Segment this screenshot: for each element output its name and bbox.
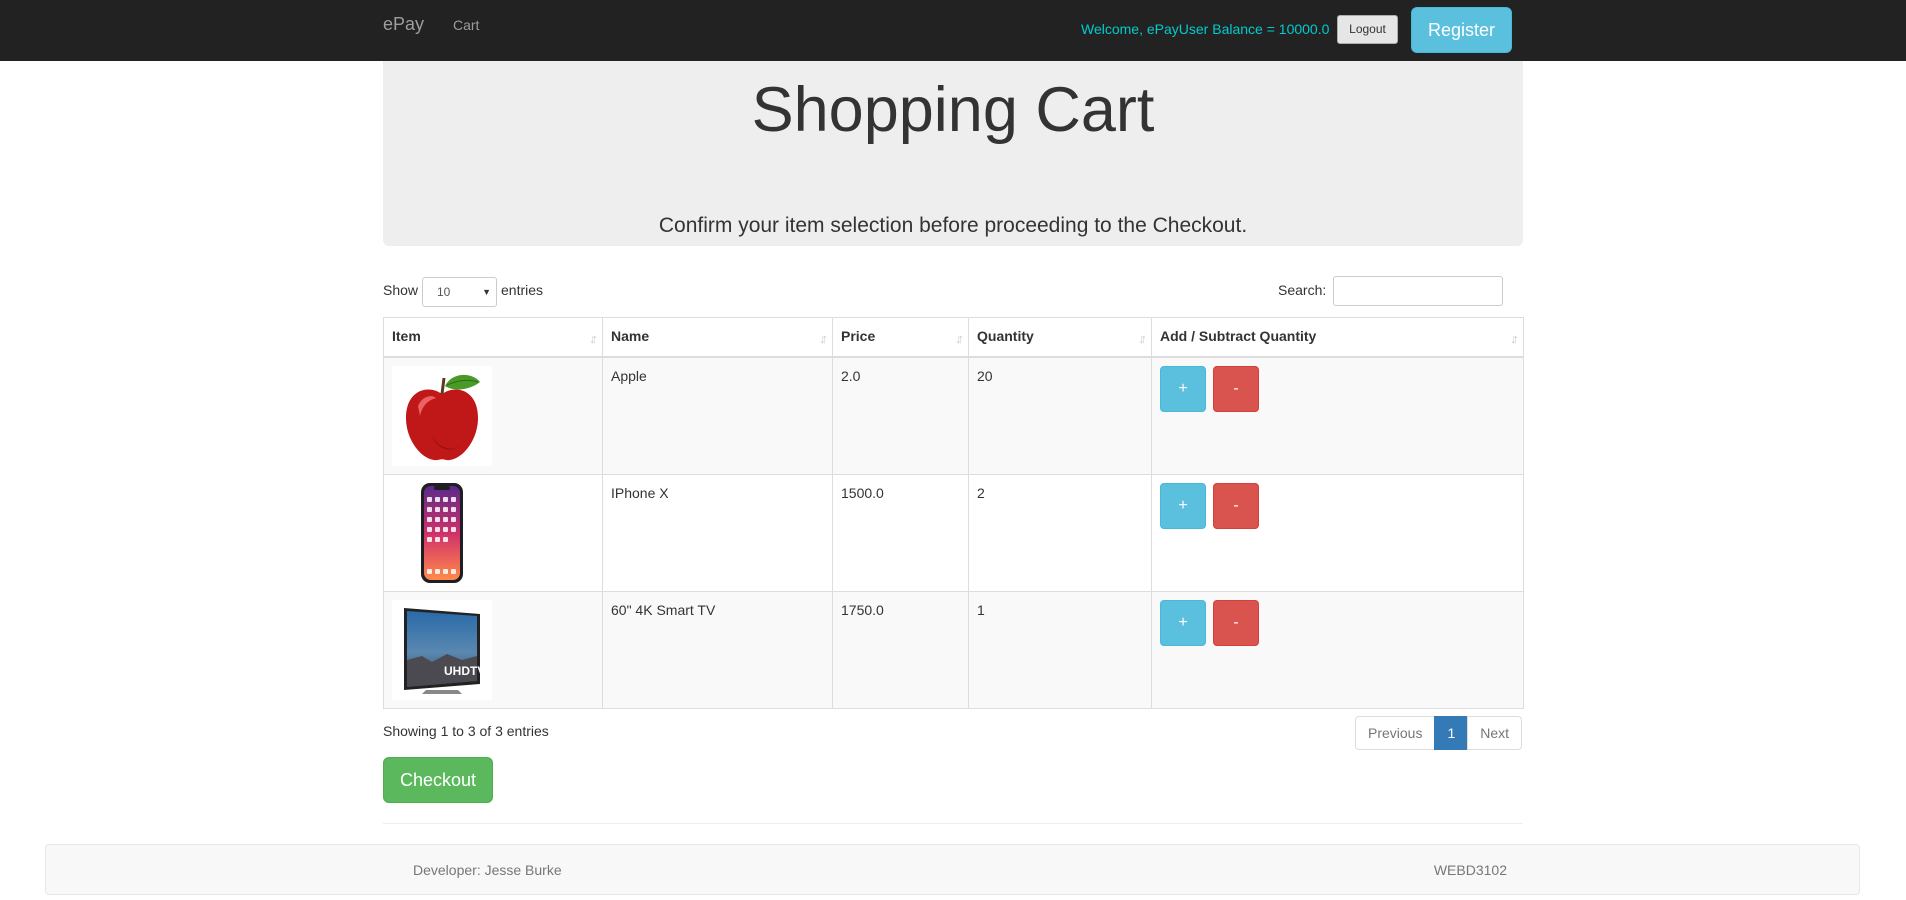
entries-select[interactable]: 10 ▼ xyxy=(422,277,497,307)
page-subtitle: Confirm your item selection before proce… xyxy=(658,214,1248,237)
column-header-name[interactable]: Name ↓↑ xyxy=(602,317,833,358)
item-cell xyxy=(383,473,603,592)
tv-image: UHDTV xyxy=(392,599,492,700)
apple-image xyxy=(392,365,492,466)
pagination-previous[interactable]: Previous xyxy=(1355,716,1436,750)
add-quantity-button[interactable]: + xyxy=(1160,365,1206,412)
price-cell: 1750.0 xyxy=(832,590,969,709)
column-header-price[interactable]: Price ↓↑ xyxy=(832,317,969,358)
welcome-balance-text: Welcome, ePayUser Balance = 10000.0 xyxy=(1081,21,1330,37)
footer: Developer: Jesse Burke WEBD3102 xyxy=(45,844,1860,895)
sort-icon: ↓↑ xyxy=(955,331,964,346)
svg-text:UHDTV: UHDTV xyxy=(444,664,485,678)
subtract-quantity-button[interactable]: - xyxy=(1213,365,1259,412)
pagination-next[interactable]: Next xyxy=(1467,716,1523,750)
quantity-cell: 1 xyxy=(968,590,1152,709)
add-quantity-button[interactable]: + xyxy=(1160,599,1206,646)
brand-link[interactable]: ePay xyxy=(383,13,424,35)
name-cell: IPhone X xyxy=(602,473,833,592)
show-label: Show xyxy=(383,282,419,298)
logout-button[interactable]: Logout xyxy=(1337,15,1398,44)
entries-select-value: 10 xyxy=(437,285,451,299)
subtract-quantity-button[interactable]: - xyxy=(1213,482,1259,529)
column-header-add-subtract[interactable]: Add / Subtract Quantity ↓↑ xyxy=(1151,317,1524,358)
sort-icon: ↓↑ xyxy=(1138,331,1147,346)
chevron-down-icon: ▼ xyxy=(482,287,491,297)
actions-cell: + - xyxy=(1151,356,1524,475)
navbar: ePay Cart Welcome, ePayUser Balance = 10… xyxy=(0,0,1906,61)
cart-table: Item ↓↑ Name ↓↑ Price ↓↑ Quantity ↓↑ Add / S… xyxy=(383,317,1524,709)
pagination: Previous 1 Next xyxy=(1355,716,1523,750)
register-button[interactable]: Register xyxy=(1411,7,1512,53)
column-header-item[interactable]: Item ↓↑ xyxy=(383,317,603,358)
price-cell: 2.0 xyxy=(832,356,969,475)
footer-developer: Developer: Jesse Burke xyxy=(413,862,562,878)
table-row: IPhone X 1500.0 2 + - xyxy=(383,473,1524,592)
entries-label: entries xyxy=(501,282,544,298)
nav-link-cart[interactable]: Cart xyxy=(453,15,479,35)
jumbotron: Shopping Cart Confirm your item selectio… xyxy=(383,61,1523,246)
item-cell: UHDTV xyxy=(383,590,603,709)
table-row: UHDTV 60" 4K Smart TV 1750.0 1 + - xyxy=(383,590,1524,709)
actions-cell: + - xyxy=(1151,473,1524,592)
name-cell: 60" 4K Smart TV xyxy=(602,590,833,709)
quantity-cell: 20 xyxy=(968,356,1152,475)
sort-icon: ↓↑ xyxy=(819,331,828,346)
subtract-quantity-button[interactable]: - xyxy=(1213,599,1259,646)
sort-icon: ↓↑ xyxy=(589,331,598,346)
footer-course-code: WEBD3102 xyxy=(1433,862,1507,878)
add-quantity-button[interactable]: + xyxy=(1160,482,1206,529)
actions-cell: + - xyxy=(1151,590,1524,709)
price-cell: 1500.0 xyxy=(832,473,969,592)
column-header-quantity[interactable]: Quantity ↓↑ xyxy=(968,317,1152,358)
pagination-page-1[interactable]: 1 xyxy=(1434,716,1469,750)
page-title: Shopping Cart xyxy=(751,75,1155,145)
item-cell xyxy=(383,356,603,475)
table-row: Apple 2.0 20 + - xyxy=(383,356,1524,475)
quantity-cell: 2 xyxy=(968,473,1152,592)
name-cell: Apple xyxy=(602,356,833,475)
search-input[interactable] xyxy=(1333,276,1503,306)
divider xyxy=(383,823,1523,824)
checkout-button[interactable]: Checkout xyxy=(383,757,493,803)
table-info: Showing 1 to 3 of 3 entries xyxy=(383,723,549,739)
iphone-image xyxy=(392,482,492,583)
search-label: Search: xyxy=(1278,282,1327,298)
sort-icon: ↓↑ xyxy=(1510,331,1519,346)
